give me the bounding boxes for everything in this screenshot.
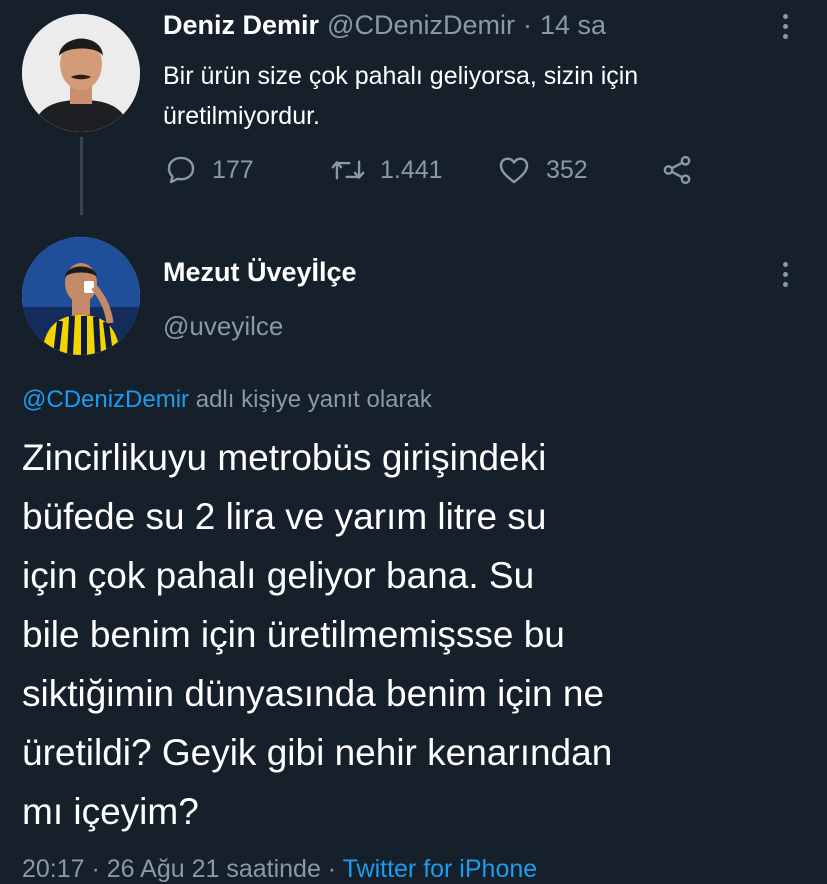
reply-more-options-button[interactable]	[783, 262, 788, 287]
retweet-icon	[331, 160, 365, 180]
share-button[interactable]	[660, 153, 694, 187]
reply-footer: 20:17 · 26 Ağu 21 saatinde · Twitter for…	[22, 855, 537, 884]
heart-icon	[499, 157, 529, 184]
replying-to-suffix: adlı kişiye yanıt olarak	[195, 386, 432, 413]
more-dot	[783, 34, 788, 39]
reply-author-name[interactable]: Mezut Üveyİlçe	[163, 257, 357, 288]
replying-to-handle[interactable]: @CDenizDemir	[22, 386, 189, 413]
reply-text-line: Zincirlikuyu metrobüs girişindeki	[22, 437, 547, 478]
avatar-portrait	[22, 14, 140, 132]
reply-text-line: siktiğimin dünyasında benim için ne	[22, 673, 605, 714]
tweet-text-line: Bir ürün size çok pahalı geliyorsa, sizi…	[163, 62, 639, 90]
tweet-time[interactable]: 14 sa	[540, 10, 606, 41]
reply-text-line: üretildi? Geyik gibi nehir kenarından	[22, 732, 613, 773]
more-dot	[783, 282, 788, 287]
reply-text-line: büfede su 2 lira ve yarım litre su	[22, 496, 547, 537]
reply-text-line: için çok pahalı geliyor bana. Su	[22, 555, 535, 596]
share-icon	[663, 155, 691, 185]
reply-author-handle[interactable]: @uveyilce	[163, 311, 283, 342]
tweet-text-line: üretilmiyordur.	[163, 102, 320, 130]
reply-button[interactable]: 177	[164, 153, 254, 187]
more-dot	[783, 272, 788, 277]
author-handle[interactable]: @CDenizDemir	[327, 10, 515, 41]
reply-text-line: bile benim için üretilmemişsse bu	[22, 614, 565, 655]
tweet-header: Deniz Demir @CDenizDemir · 14 sa	[163, 10, 606, 41]
reply-text-line: mı içeyim?	[22, 791, 199, 832]
reply-count: 177	[212, 155, 254, 184]
tweet-text: Bir ürün size çok pahalı geliyorsa, sizi…	[163, 56, 638, 136]
like-count: 352	[546, 155, 588, 184]
avatar-mezut-uveyilce[interactable]	[22, 237, 140, 355]
tweet-actions: 177 1.441 352	[164, 153, 724, 193]
thread-connector-line	[80, 137, 83, 215]
more-dot	[783, 24, 788, 29]
more-dot	[783, 14, 788, 19]
reply-timestamp[interactable]: 20:17 · 26 Ağu 21 saatinde ·	[22, 855, 336, 883]
reply-source-link[interactable]: Twitter for iPhone	[343, 855, 538, 883]
like-button[interactable]: 352	[496, 153, 588, 187]
avatar-portrait	[22, 237, 140, 355]
retweet-count: 1.441	[380, 155, 443, 184]
more-dot	[783, 262, 788, 267]
replying-to: @CDenizDemir adlı kişiye yanıt olarak	[22, 386, 432, 414]
avatar-deniz-demir[interactable]	[22, 14, 140, 132]
reply-tweet-text: Zincirlikuyu metrobüs girişindeki büfede…	[22, 428, 612, 841]
comment-icon	[167, 156, 195, 184]
retweet-button[interactable]: 1.441	[330, 153, 443, 187]
header-separator: ·	[522, 10, 532, 40]
author-name[interactable]: Deniz Demir	[163, 10, 319, 41]
more-options-button[interactable]	[783, 14, 788, 39]
